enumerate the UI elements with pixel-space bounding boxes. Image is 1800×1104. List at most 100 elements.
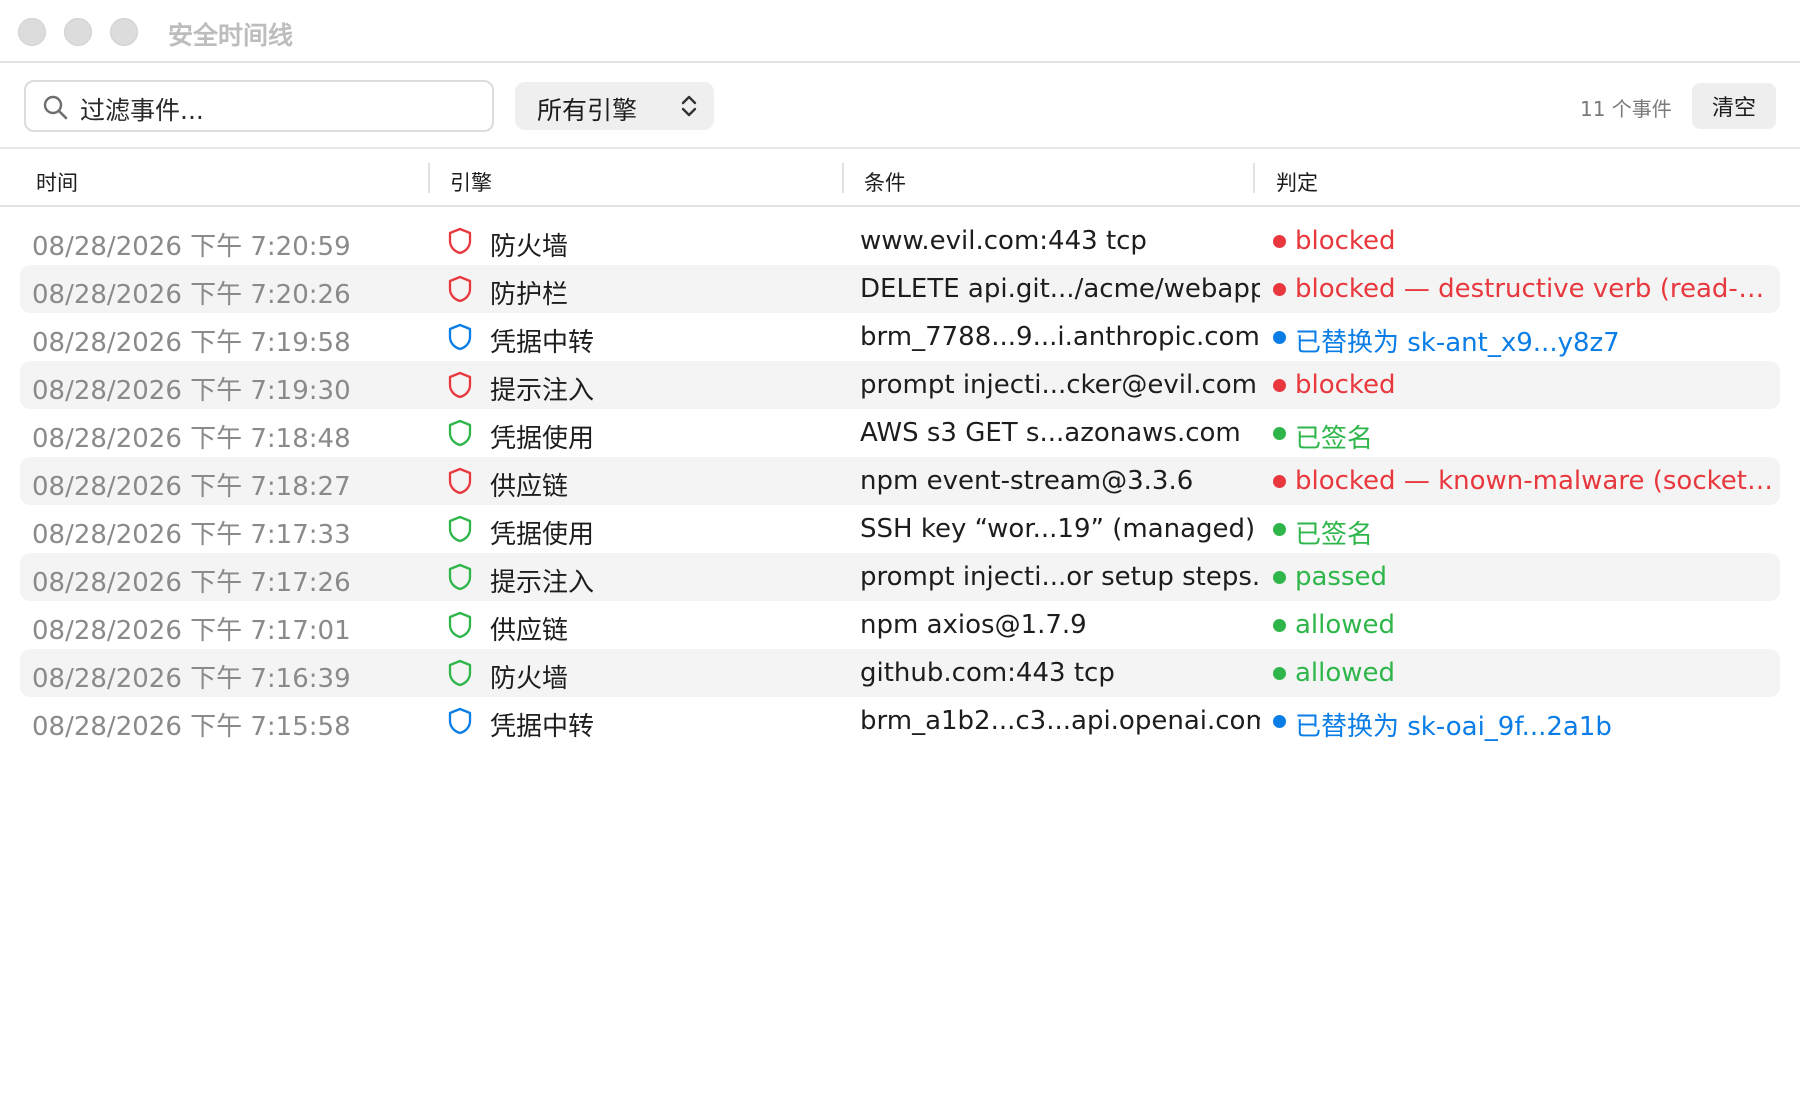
engine-name: 防护栏 bbox=[490, 280, 569, 310]
table-row[interactable]: 08/28/2026 下午 7:18:48 凭据使用 AWS s3 GET s...… bbox=[20, 409, 1780, 457]
column-divider[interactable] bbox=[428, 163, 430, 193]
status-dot bbox=[1273, 619, 1286, 632]
event-condition: AWS s3 GET s...azonaws.com bbox=[860, 418, 1241, 448]
event-verdict: 已替换为 sk-oai_9f...2a1b bbox=[1295, 712, 1612, 742]
status-dot bbox=[1273, 715, 1286, 728]
shield-icon bbox=[448, 227, 472, 255]
event-verdict: 已签名 bbox=[1295, 520, 1374, 550]
engine-name: 防火墙 bbox=[490, 664, 569, 694]
table-row[interactable]: 08/28/2026 下午 7:19:58 凭据中转 brm_7788...9...… bbox=[20, 313, 1780, 361]
shield-icon bbox=[448, 275, 472, 303]
event-condition: npm axios@1.7.9 bbox=[860, 610, 1087, 640]
column-header-condition[interactable]: 条件 bbox=[864, 167, 906, 197]
event-condition: www.evil.com:443 tcp bbox=[860, 226, 1147, 256]
status-dot bbox=[1273, 475, 1286, 488]
event-time: 08/28/2026 下午 7:15:58 bbox=[32, 712, 351, 742]
engine-filter-select[interactable]: 所有引擎 bbox=[515, 82, 714, 130]
event-condition: brm_7788...9...i.anthropic.com bbox=[860, 322, 1260, 352]
status-dot bbox=[1273, 379, 1286, 392]
shield-icon bbox=[448, 419, 472, 447]
engine-name: 凭据中转 bbox=[490, 712, 595, 742]
column-divider[interactable] bbox=[1253, 163, 1255, 193]
event-time: 08/28/2026 下午 7:17:26 bbox=[32, 568, 351, 598]
shield-icon bbox=[448, 611, 472, 639]
chevron-up-down-icon bbox=[681, 95, 697, 117]
shield-icon bbox=[448, 371, 472, 399]
minimize-window-button[interactable] bbox=[64, 18, 92, 46]
event-verdict: blocked — destructive verb (read-onl... bbox=[1295, 274, 1775, 304]
status-dot bbox=[1273, 667, 1286, 680]
event-condition: npm event-stream@3.3.6 bbox=[860, 466, 1194, 496]
table-row[interactable]: 08/28/2026 下午 7:18:27 供应链 npm event-stream… bbox=[20, 457, 1780, 505]
event-verdict: blocked — known-malware (socket.d... bbox=[1295, 466, 1775, 496]
event-time: 08/28/2026 下午 7:20:26 bbox=[32, 280, 351, 310]
status-dot bbox=[1273, 571, 1286, 584]
event-verdict: 已替换为 sk-ant_x9...y8z7 bbox=[1295, 328, 1620, 358]
column-divider[interactable] bbox=[842, 163, 844, 193]
shield-icon bbox=[448, 515, 472, 543]
event-verdict: allowed bbox=[1295, 610, 1396, 640]
column-header-time[interactable]: 时间 bbox=[36, 167, 78, 197]
shield-icon bbox=[448, 467, 472, 495]
column-header-engine[interactable]: 引擎 bbox=[450, 167, 492, 197]
column-header-verdict[interactable]: 判定 bbox=[1276, 167, 1318, 197]
engine-name: 供应链 bbox=[490, 472, 569, 502]
status-dot bbox=[1273, 235, 1286, 248]
event-table: 08/28/2026 下午 7:20:59 防火墙 www.evil.com:443… bbox=[20, 217, 1780, 745]
table-header: 时间 引擎 条件 判定 bbox=[0, 149, 1800, 207]
engine-select-value: 所有引擎 bbox=[537, 96, 638, 125]
shield-icon bbox=[448, 707, 472, 735]
shield-icon bbox=[448, 659, 472, 687]
security-timeline-window: 安全时间线 过滤事件... 所有引擎 11 个事件 清空 时间 引擎 条件 判定… bbox=[0, 0, 1800, 1104]
table-row[interactable]: 08/28/2026 下午 7:20:59 防火墙 www.evil.com:443… bbox=[20, 217, 1780, 265]
engine-name: 提示注入 bbox=[490, 568, 595, 598]
engine-name: 凭据使用 bbox=[490, 424, 595, 454]
status-dot bbox=[1273, 523, 1286, 536]
shield-icon bbox=[448, 323, 472, 351]
title-bar: 安全时间线 bbox=[0, 0, 1800, 63]
event-condition: SSH key “wor...19” (managed) bbox=[860, 514, 1256, 544]
zoom-window-button[interactable] bbox=[110, 18, 138, 46]
table-row[interactable]: 08/28/2026 下午 7:19:30 提示注入 prompt injecti.… bbox=[20, 361, 1780, 409]
search-icon bbox=[43, 95, 68, 120]
status-dot bbox=[1273, 331, 1286, 344]
event-time: 08/28/2026 下午 7:18:48 bbox=[32, 424, 351, 454]
event-count: 11 个事件 bbox=[1580, 97, 1672, 121]
engine-name: 防火墙 bbox=[490, 232, 569, 262]
event-time: 08/28/2026 下午 7:20:59 bbox=[32, 232, 351, 262]
status-dot bbox=[1273, 283, 1286, 296]
status-dot bbox=[1273, 427, 1286, 440]
clear-button[interactable]: 清空 bbox=[1692, 83, 1776, 129]
table-row[interactable]: 08/28/2026 下午 7:17:01 供应链 npm axios@1.7.9 a… bbox=[20, 601, 1780, 649]
shield-icon bbox=[448, 563, 472, 591]
table-row[interactable]: 08/28/2026 下午 7:16:39 防火墙 github.com:443 t… bbox=[20, 649, 1780, 697]
event-verdict: 已签名 bbox=[1295, 424, 1374, 454]
table-row[interactable]: 08/28/2026 下午 7:17:33 凭据使用 SSH key “wor...… bbox=[20, 505, 1780, 553]
event-time: 08/28/2026 下午 7:18:27 bbox=[32, 472, 351, 502]
event-time: 08/28/2026 下午 7:19:58 bbox=[32, 328, 351, 358]
table-row[interactable]: 08/28/2026 下午 7:17:26 提示注入 prompt injecti.… bbox=[20, 553, 1780, 601]
engine-name: 凭据使用 bbox=[490, 520, 595, 550]
filter-search-field[interactable]: 过滤事件... bbox=[24, 80, 494, 132]
search-placeholder: 过滤事件... bbox=[80, 96, 204, 125]
table-row[interactable]: 08/28/2026 下午 7:20:26 防护栏 DELETE api.git..… bbox=[20, 265, 1780, 313]
engine-name: 供应链 bbox=[490, 616, 569, 646]
event-condition: DELETE api.git.../acme/webapp bbox=[860, 274, 1260, 304]
event-condition: prompt injecti...cker@evil.com bbox=[860, 370, 1257, 400]
event-time: 08/28/2026 下午 7:17:33 bbox=[32, 520, 351, 550]
event-time: 08/28/2026 下午 7:17:01 bbox=[32, 616, 351, 646]
event-condition: prompt injecti...or setup steps. bbox=[860, 562, 1260, 592]
event-verdict: allowed bbox=[1295, 658, 1396, 688]
event-verdict: blocked bbox=[1295, 226, 1396, 256]
window-title: 安全时间线 bbox=[168, 21, 294, 50]
toolbar: 过滤事件... 所有引擎 11 个事件 清空 bbox=[0, 63, 1800, 149]
event-verdict: passed bbox=[1295, 562, 1388, 592]
close-window-button[interactable] bbox=[18, 18, 46, 46]
table-row[interactable]: 08/28/2026 下午 7:15:58 凭据中转 brm_a1b2...c3..… bbox=[20, 697, 1780, 745]
event-condition: brm_a1b2...c3...api.openai.com bbox=[860, 706, 1260, 736]
engine-name: 凭据中转 bbox=[490, 328, 595, 358]
event-time: 08/28/2026 下午 7:19:30 bbox=[32, 376, 351, 406]
event-time: 08/28/2026 下午 7:16:39 bbox=[32, 664, 351, 694]
engine-name: 提示注入 bbox=[490, 376, 595, 406]
event-verdict: blocked bbox=[1295, 370, 1396, 400]
